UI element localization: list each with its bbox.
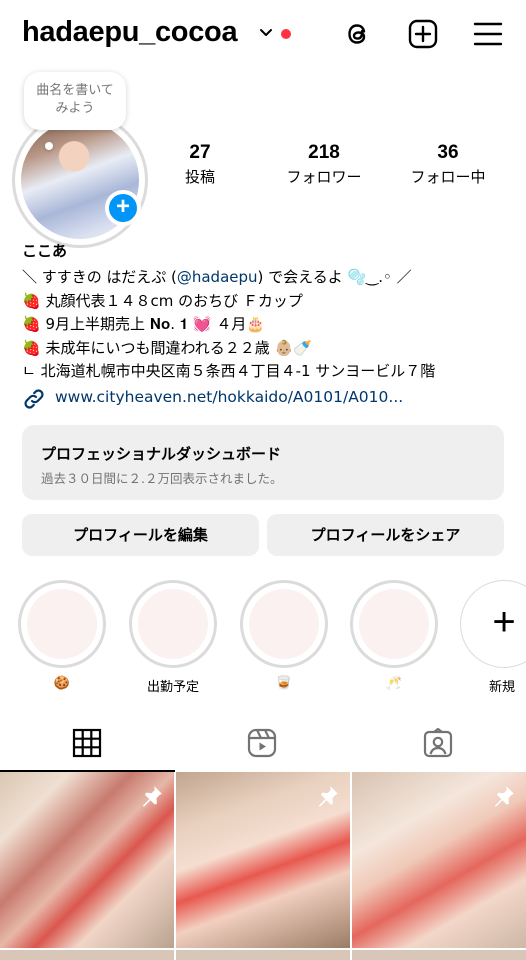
chevron-down-icon[interactable] (259, 26, 273, 40)
highlight-cover (249, 589, 319, 659)
highlight-item[interactable]: 🥃 (240, 580, 328, 691)
link-icon (24, 389, 44, 409)
highlight-cover (138, 589, 208, 659)
stat-following-label: フォロー中 (410, 168, 486, 186)
highlight-ring (129, 580, 217, 668)
bio: ＼ すすきの はだえぷ (@hadaepu) で会えるよ 🫧‿.◦ ／ 🍓 丸顔… (22, 266, 512, 384)
grid-icon (72, 728, 102, 758)
pin-icon (494, 786, 514, 807)
plus-icon: + (492, 600, 516, 644)
note-bubble-text: 曲名を書いてみよう (36, 83, 114, 116)
note-bubble[interactable]: 曲名を書いてみよう (24, 72, 126, 130)
pin-icon (142, 786, 162, 807)
plus-square-icon[interactable] (407, 18, 439, 50)
posts-grid (0, 772, 526, 960)
post-thumbnail[interactable] (0, 772, 174, 948)
highlight-item[interactable]: 🥂 (350, 580, 438, 691)
reels-icon (247, 728, 277, 758)
profile-avatar[interactable]: + (12, 112, 148, 248)
profile-link-text[interactable]: www.cityheaven.net/hokkaido/A0101/A010..… (55, 388, 403, 406)
post-thumbnail[interactable] (176, 950, 350, 960)
post-thumbnail[interactable] (0, 950, 174, 960)
dashboard-title: プロフェッショナルダッシュボード (41, 445, 282, 463)
highlight-ring (18, 580, 106, 668)
stat-followers-label: フォロワー (286, 168, 362, 186)
add-story-button[interactable]: + (105, 190, 141, 226)
stat-posts[interactable]: 27 投稿 (140, 142, 260, 187)
highlight-ring (350, 580, 438, 668)
edit-profile-button[interactable]: プロフィールを編集 (22, 514, 259, 556)
bio-text: ＼ すすきの はだえぷ ( (22, 268, 177, 286)
post-thumbnail[interactable] (352, 772, 526, 948)
tagged-icon (423, 728, 453, 758)
stat-posts-label: 投稿 (184, 168, 215, 186)
bio-line: ㄴ 北海道札幌市中央区南５条西４丁目４-1 サンヨービル７階 (22, 362, 436, 380)
bio-line: 🍓 丸顔代表１４８cm のおちび Ｆカップ (22, 291, 303, 310)
tab-reels[interactable] (175, 714, 350, 772)
professional-dashboard[interactable]: プロフェッショナルダッシュボード 過去３０日間に２.２万回表示されました。 (22, 425, 504, 500)
mention-link[interactable]: @hadaepu (177, 268, 258, 286)
notification-dot (281, 29, 291, 39)
bio-line: 🍓 9月上半期売上 𝐍𝐨. 𝟏 💓 ４月🎂 (22, 315, 266, 333)
bio-line: 🍓 未成年にいつも間違われる２２歳 👶🏼🍼 (22, 338, 312, 357)
bio-line: ＼ すすきの はだえぷ (@hadaepu) で会えるよ 🫧‿.◦ ／ (22, 266, 512, 290)
username[interactable]: hadaepu_cocoa (22, 16, 238, 49)
stat-following-value: 36 (437, 142, 459, 163)
stat-following[interactable]: 36 フォロー中 (388, 142, 508, 187)
highlight-cover (27, 589, 97, 659)
pin-icon (318, 786, 338, 807)
highlight-label: 🥂 (385, 676, 403, 691)
post-thumbnail[interactable] (176, 772, 350, 948)
highlight-label: 🍪 (53, 676, 71, 691)
menu-icon[interactable] (472, 18, 504, 50)
highlight-label: 新規 (489, 680, 516, 695)
profile-header: hadaepu_cocoa (0, 0, 526, 70)
highlight-label: 出勤予定 (146, 680, 199, 695)
highlight-item[interactable]: 出勤予定 (129, 580, 217, 695)
note-bubble-tail (45, 142, 53, 150)
bio-text: ) で会えるよ 🫧‿.◦ ／ (257, 268, 412, 286)
new-highlight-button[interactable]: + 新規 (460, 580, 526, 695)
dashboard-subtitle: 過去３０日間に２.２万回表示されました。 (41, 471, 283, 486)
post-thumbnail[interactable] (352, 950, 526, 960)
stat-followers-value: 218 (308, 142, 340, 163)
tab-tagged[interactable] (351, 714, 526, 772)
highlight-label: 🥃 (275, 676, 293, 691)
share-profile-button[interactable]: プロフィールをシェア (267, 514, 504, 556)
profile-tabs (0, 714, 526, 772)
highlight-item[interactable]: 🍪 (18, 580, 106, 691)
highlight-cover (359, 589, 429, 659)
display-name: ここあ (22, 242, 68, 260)
highlight-ring: + (460, 580, 526, 668)
threads-icon[interactable] (342, 18, 374, 50)
stat-followers[interactable]: 218 フォロワー (264, 142, 384, 187)
highlight-ring (240, 580, 328, 668)
stat-posts-value: 27 (189, 142, 211, 163)
tab-posts[interactable] (0, 714, 175, 772)
